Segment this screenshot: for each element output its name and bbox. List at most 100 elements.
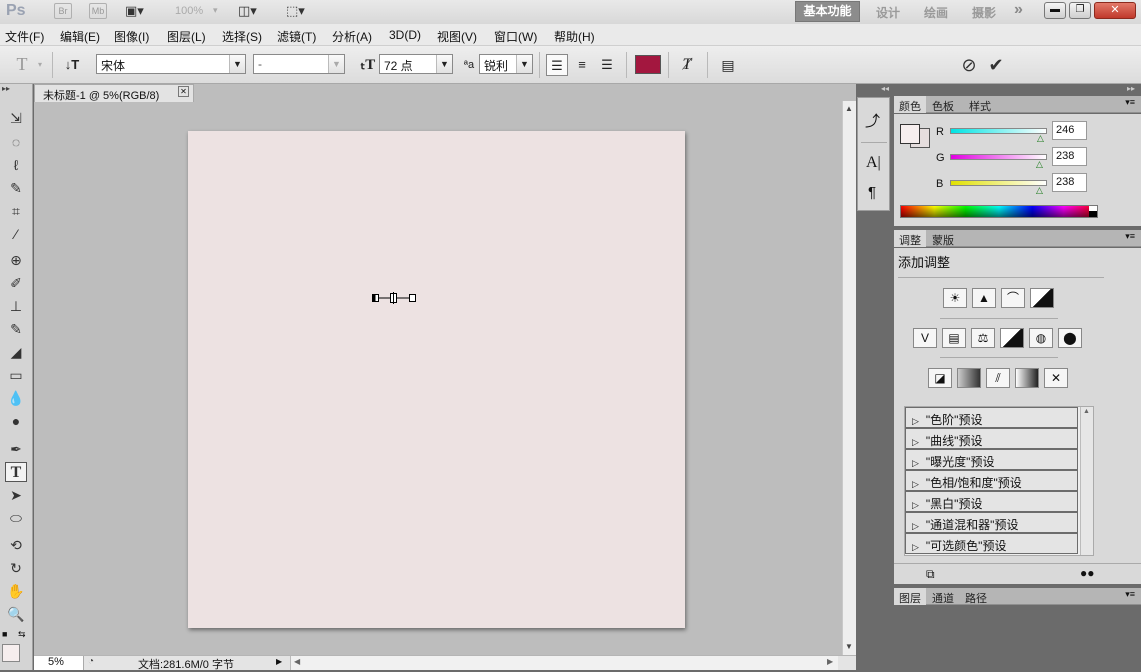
3d-orbit-tool-icon[interactable]: ↻ (5, 558, 27, 578)
swap-colors-icon[interactable]: ⇆ (18, 629, 26, 640)
menu-edit[interactable]: 编辑(E) (60, 28, 100, 45)
toggle-text-orientation-icon[interactable]: ↓T (61, 54, 83, 76)
menu-help[interactable]: 帮助(H) (554, 28, 595, 45)
type-tool-preset-icon[interactable]: T (11, 53, 33, 75)
preset-curves[interactable]: ▷ "曲线"预设 (905, 428, 1078, 449)
red-slider[interactable] (950, 128, 1047, 134)
marquee-tool-icon[interactable]: ◌ (5, 132, 27, 152)
close-window-button[interactable]: ✕ (1094, 2, 1136, 19)
3d-rotate-tool-icon[interactable]: ⟲ (5, 535, 27, 555)
text-color-swatch[interactable] (635, 55, 661, 74)
character-panel-icon[interactable]: A| (866, 154, 881, 172)
menu-select[interactable]: 选择(S) (222, 28, 262, 45)
minimize-button[interactable]: ▬ (1044, 2, 1066, 19)
levels-icon[interactable]: ▲ (972, 288, 996, 308)
lasso-tool-icon[interactable]: ℓ (5, 155, 27, 175)
tab-styles[interactable]: 样式 (964, 96, 996, 113)
channel-mixer-icon[interactable]: ⬤ (1058, 328, 1082, 348)
foreground-color-box[interactable] (900, 124, 920, 144)
preset-exposure[interactable]: ▷ "曝光度"预设 (905, 449, 1078, 470)
hand-tool-icon[interactable]: ✋ (5, 581, 27, 601)
color-balance-icon[interactable]: ⚖ (971, 328, 995, 348)
photo-filter-icon[interactable]: ◍ (1029, 328, 1053, 348)
menu-3d[interactable]: 3D(D) (389, 28, 421, 42)
scroll-up-icon[interactable]: ▲ (845, 104, 853, 113)
posterize-icon[interactable] (957, 368, 981, 388)
workspace-essentials[interactable]: 基本功能 (795, 1, 860, 22)
preset-black-white[interactable]: ▷ "黑白"预设 (905, 491, 1078, 512)
status-menu-arrow-icon[interactable]: ▶ (276, 657, 282, 666)
menu-analysis[interactable]: 分析(A) (332, 28, 372, 45)
quick-selection-tool-icon[interactable]: ✎ (5, 178, 27, 198)
align-right-button[interactable]: ☰ (596, 54, 618, 76)
pen-tool-icon[interactable]: ✒ (5, 439, 27, 459)
green-slider[interactable] (950, 154, 1047, 160)
anti-alias-select[interactable]: 锐利 ▼ (479, 54, 533, 74)
panel-menu-icon[interactable]: ▾≡ (1125, 97, 1135, 108)
expand-panel-icon[interactable]: ▸▸ (1127, 84, 1135, 93)
eraser-tool-icon[interactable]: ◢ (5, 342, 27, 362)
history-panel-icon[interactable]: ⤴ (865, 110, 880, 131)
crop-tool-icon[interactable]: ⌗ (5, 201, 27, 221)
menu-filter[interactable]: 滤镜(T) (277, 28, 316, 45)
preset-hue-saturation[interactable]: ▷ "色相/饱和度"预设 (905, 470, 1078, 491)
eyedropper-tool-icon[interactable]: ⁄ (5, 224, 27, 244)
workspace-painting[interactable]: 绘画 (924, 4, 948, 21)
menu-window[interactable]: 窗口(W) (494, 28, 537, 45)
character-panel-toggle-icon[interactable]: ▤ (717, 54, 739, 76)
healing-brush-tool-icon[interactable]: ⊕ (5, 250, 27, 270)
screen-mode-icon[interactable]: ⬚▾ (286, 3, 305, 19)
font-family-select[interactable]: 宋体 ▼ (96, 54, 246, 74)
menu-view[interactable]: 视图(V) (437, 28, 477, 45)
scroll-down-icon[interactable]: ▼ (845, 642, 853, 651)
hue-saturation-icon[interactable]: ▤ (942, 328, 966, 348)
vibrance-icon[interactable]: V (913, 328, 937, 348)
menu-image[interactable]: 图像(I) (114, 28, 149, 45)
horizontal-scrollbar[interactable]: ◀ ▶ (290, 656, 838, 670)
font-style-select[interactable]: - ▼ (253, 54, 345, 74)
workspace-design[interactable]: 设计 (876, 4, 900, 21)
ellipse-tool-icon[interactable]: ⬭ (5, 508, 27, 528)
more-workspaces-button[interactable]: » (1014, 1, 1023, 19)
clone-stamp-tool-icon[interactable]: ⊥ (5, 296, 27, 316)
scroll-left-icon[interactable]: ◀ (294, 657, 300, 666)
gradient-tool-icon[interactable]: ▭ (5, 365, 27, 385)
type-tool-icon[interactable]: T (5, 462, 27, 482)
cancel-edits-icon[interactable]: ⊘ (958, 54, 980, 76)
tab-swatches[interactable]: 色板 (927, 96, 959, 113)
move-tool-icon[interactable]: ⇲ (5, 108, 27, 128)
exposure-icon[interactable] (1030, 288, 1054, 308)
tab-color[interactable]: 颜色 (894, 96, 926, 113)
default-colors-icon[interactable]: ■ (2, 629, 7, 639)
preset-selective-color[interactable]: ▷ "可选颜色"预设 (905, 533, 1078, 554)
tab-adjustments[interactable]: 调整 (894, 230, 926, 247)
color-spectrum-bar[interactable] (900, 205, 1098, 218)
vertical-scrollbar[interactable]: ▲ ▼ (842, 101, 856, 655)
panel-menu-icon[interactable]: ▾≡ (1125, 231, 1135, 242)
zoom-tool-icon[interactable]: 🔍 (5, 604, 27, 624)
red-slider-thumb[interactable]: △ (1037, 133, 1044, 144)
collapse-panel-icon[interactable]: ◂◂ (881, 84, 889, 93)
status-info-icon[interactable]: ◔ (88, 656, 94, 667)
brightness-contrast-icon[interactable]: ☀ (943, 288, 967, 308)
red-value-field[interactable]: 246 (1052, 121, 1087, 140)
mini-bridge-button[interactable]: Mb (89, 3, 107, 19)
font-size-select[interactable]: 72 点 ▼ (379, 54, 453, 74)
history-brush-tool-icon[interactable]: ✎ (5, 319, 27, 339)
blue-slider[interactable] (950, 180, 1047, 186)
scroll-up-icon[interactable]: ▲ (1083, 408, 1090, 415)
menu-file[interactable]: 文件(F) (5, 28, 44, 45)
path-selection-tool-icon[interactable]: ➤ (5, 485, 27, 505)
commit-edits-icon[interactable]: ✔ (985, 54, 1007, 76)
tab-layers[interactable]: 图层 (894, 588, 926, 605)
clip-to-layer-icon[interactable]: ⧉ (926, 567, 935, 582)
arrange-documents-icon[interactable]: ◫▾ (238, 3, 257, 19)
preset-channel-mixer[interactable]: ▷ "通道混和器"预设 (905, 512, 1078, 533)
tab-paths[interactable]: 路径 (960, 588, 992, 605)
visibility-icon[interactable]: ●● (1080, 566, 1095, 580)
view-extras-icon[interactable]: ▣▾ (125, 3, 144, 19)
warp-text-icon[interactable]: Ⱦ (676, 54, 698, 76)
curves-icon[interactable]: ⌒ (1001, 288, 1025, 308)
blur-tool-icon[interactable]: 💧 (5, 388, 27, 408)
close-tab-icon[interactable]: ✕ (178, 86, 189, 97)
